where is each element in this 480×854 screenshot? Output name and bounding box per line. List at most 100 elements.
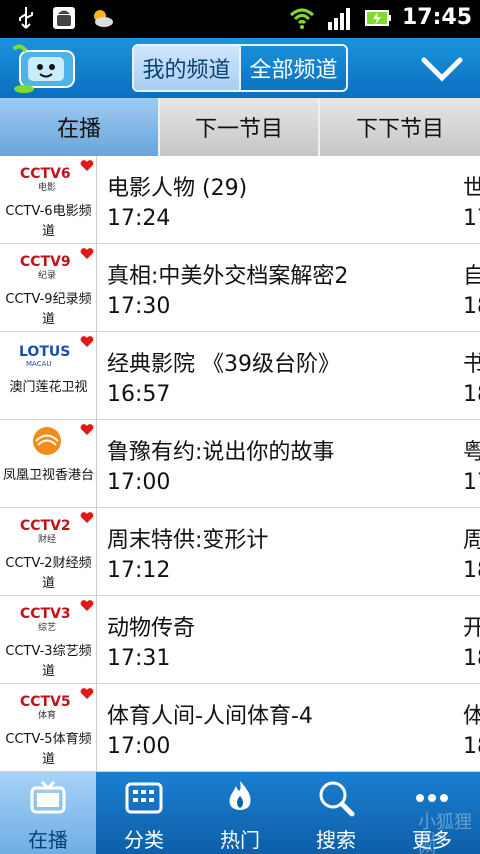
segment-my-channels[interactable]: 我的频道 xyxy=(134,46,239,90)
current-program-title: 体育人间-人间体育-4 xyxy=(107,704,313,729)
next-program-time: 18 xyxy=(463,734,480,759)
nav-now-playing[interactable]: 在播 xyxy=(0,772,96,854)
next-program-time: 17 xyxy=(463,206,480,231)
current-program-time: 17:24 xyxy=(107,206,171,231)
current-program-title: 经典影院 《39级台阶》 xyxy=(107,352,340,377)
cctv3-logo-icon: CCTV3 综艺 xyxy=(20,606,71,632)
nav-more[interactable]: 更多 xyxy=(384,772,480,854)
cctv6-logo-icon: CCTV6 电影 xyxy=(20,166,71,192)
channel-name: CCTV-6电影频道 xyxy=(5,204,92,239)
svg-text:CCTV3: CCTV3 xyxy=(20,606,71,622)
nav-categories[interactable]: 分类 xyxy=(96,772,192,854)
channel-row[interactable]: LOTUS MACAU 澳门莲花卫视 经典影院 《39级台阶》 16:57 书 … xyxy=(0,332,480,420)
svg-text:LOTUS: LOTUS xyxy=(19,344,70,360)
channel-row[interactable]: CCTV5 体育 CCTV-5体育频道 体育人间-人间体育-4 17:00 体 … xyxy=(0,684,480,772)
nav-label: 分类 xyxy=(124,828,164,852)
tv-icon xyxy=(30,780,66,814)
next-program-title: 周 xyxy=(463,528,480,553)
nav-search[interactable]: 搜索 xyxy=(288,772,384,854)
svg-text:纪录: 纪录 xyxy=(38,269,56,280)
android-icon xyxy=(53,7,75,29)
nav-label: 热门 xyxy=(220,828,260,852)
svg-text:财经: 财经 xyxy=(38,533,56,544)
schedule-tabs: 在播 下一节目 下下节目 xyxy=(0,98,480,156)
nav-label: 搜索 xyxy=(316,828,356,852)
next-program-title: 开 xyxy=(463,616,480,641)
current-program-time: 17:30 xyxy=(107,294,171,319)
channel-cell: CCTV3 综艺 CCTV-3综艺频道 xyxy=(0,596,97,683)
channel-cell: CCTV6 电影 CCTV-6电影频道 xyxy=(0,156,97,243)
tab-next-program[interactable]: 下一节目 xyxy=(160,98,320,156)
next-program-time: 18 xyxy=(463,646,480,671)
channel-name: CCTV-9纪录频道 xyxy=(5,292,92,327)
favorite-heart-icon[interactable] xyxy=(80,688,94,700)
clock: 17:45 xyxy=(401,5,472,30)
current-program-title: 真相:中美外交档案解密2 xyxy=(107,264,349,289)
channel-row[interactable]: CCTV3 综艺 CCTV-3综艺频道 动物传奇 17:31 开 18 xyxy=(0,596,480,684)
svg-text:电影: 电影 xyxy=(38,181,56,192)
next-program-title: 自 xyxy=(463,264,480,289)
channel-name: CCTV-3综艺频道 xyxy=(5,644,92,679)
svg-text:CCTV2: CCTV2 xyxy=(20,518,71,534)
channel-name: 澳门莲花卫视 xyxy=(9,380,88,395)
segment-all-channels[interactable]: 全部频道 xyxy=(241,46,346,90)
nav-hot[interactable]: 热门 xyxy=(192,772,288,854)
channel-scope-toggle: 我的频道 全部频道 xyxy=(132,44,348,92)
channel-name: 凤凰卫视香港台 xyxy=(2,468,94,483)
current-program-time: 17:00 xyxy=(107,734,171,759)
current-program-time: 17:00 xyxy=(107,470,171,495)
app-header: 我的频道 全部频道 xyxy=(0,38,480,98)
channel-cell: 凤凰卫视香港台 xyxy=(0,420,97,507)
cctv5-logo-icon: CCTV5 体育 xyxy=(20,694,71,720)
next-program-time: 18 xyxy=(463,294,480,319)
channel-row[interactable]: CCTV6 电影 CCTV-6电影频道 电影人物 (29) 17:24 世 17 xyxy=(0,156,480,244)
tab-now-playing[interactable]: 在播 xyxy=(0,98,160,156)
current-program-time: 17:12 xyxy=(107,558,171,583)
svg-text:体育: 体育 xyxy=(38,709,56,720)
favorite-heart-icon[interactable] xyxy=(80,248,94,260)
current-program-title: 动物传奇 xyxy=(107,616,196,641)
nav-label: 更多 xyxy=(412,828,452,852)
channel-cell: LOTUS MACAU 澳门莲花卫视 xyxy=(0,332,97,419)
chevron-down-icon[interactable] xyxy=(418,48,466,88)
tab-following-program[interactable]: 下下节目 xyxy=(320,98,480,156)
next-program-title: 体 xyxy=(463,704,480,729)
signal-icon xyxy=(327,8,350,30)
current-program-time: 17:31 xyxy=(107,646,171,671)
next-program-title: 世 xyxy=(463,176,480,201)
channel-row[interactable]: CCTV2 财经 CCTV-2财经频道 周末特供:变形计 17:12 周 18 xyxy=(0,508,480,596)
svg-text:MACAU: MACAU xyxy=(26,360,52,368)
favorite-heart-icon[interactable] xyxy=(80,424,94,436)
status-bar: 17:45 xyxy=(0,0,480,38)
next-program-time: 18 xyxy=(463,558,480,583)
svg-text:CCTV5: CCTV5 xyxy=(20,694,71,710)
next-program-time: 18 xyxy=(463,382,480,407)
flame-icon xyxy=(229,781,251,810)
channel-list: CCTV6 电影 CCTV-6电影频道 电影人物 (29) 17:24 世 17… xyxy=(0,156,480,772)
bottom-nav: 在播 分类 热门 搜索 更多 xyxy=(0,772,480,854)
nav-label: 在播 xyxy=(28,828,68,852)
channel-row[interactable]: CCTV9 纪录 CCTV-9纪录频道 真相:中美外交档案解密2 17:30 自… xyxy=(0,244,480,332)
favorite-heart-icon[interactable] xyxy=(80,600,94,612)
current-program-title: 鲁豫有约:说出你的故事 xyxy=(107,440,335,465)
channel-cell: CCTV9 纪录 CCTV-9纪录频道 xyxy=(0,244,97,331)
favorite-heart-icon[interactable] xyxy=(80,336,94,348)
current-program-time: 16:57 xyxy=(107,382,171,407)
channel-name: CCTV-5体育频道 xyxy=(5,732,92,767)
favorite-heart-icon[interactable] xyxy=(80,160,94,172)
svg-text:CCTV6: CCTV6 xyxy=(20,166,71,182)
svg-text:综艺: 综艺 xyxy=(38,621,56,632)
next-program-title: 粤 xyxy=(463,440,480,465)
phoenix-logo-icon xyxy=(33,427,61,455)
lotus-logo-icon: LOTUS MACAU xyxy=(19,344,70,368)
app-logo-tv-mascot-icon xyxy=(12,44,75,93)
channel-row[interactable]: 凤凰卫视香港台 鲁豫有约:说出你的故事 17:00 粤 17 xyxy=(0,420,480,508)
favorite-heart-icon[interactable] xyxy=(80,512,94,524)
wifi-icon xyxy=(289,8,314,29)
next-program-title: 书 xyxy=(463,352,480,377)
current-program-title: 电影人物 (29) xyxy=(107,176,248,201)
channel-cell: CCTV2 财经 CCTV-2财经频道 xyxy=(0,508,97,595)
search-icon xyxy=(319,781,355,817)
svg-text:CCTV9: CCTV9 xyxy=(20,254,71,270)
grid-icon xyxy=(125,782,163,814)
